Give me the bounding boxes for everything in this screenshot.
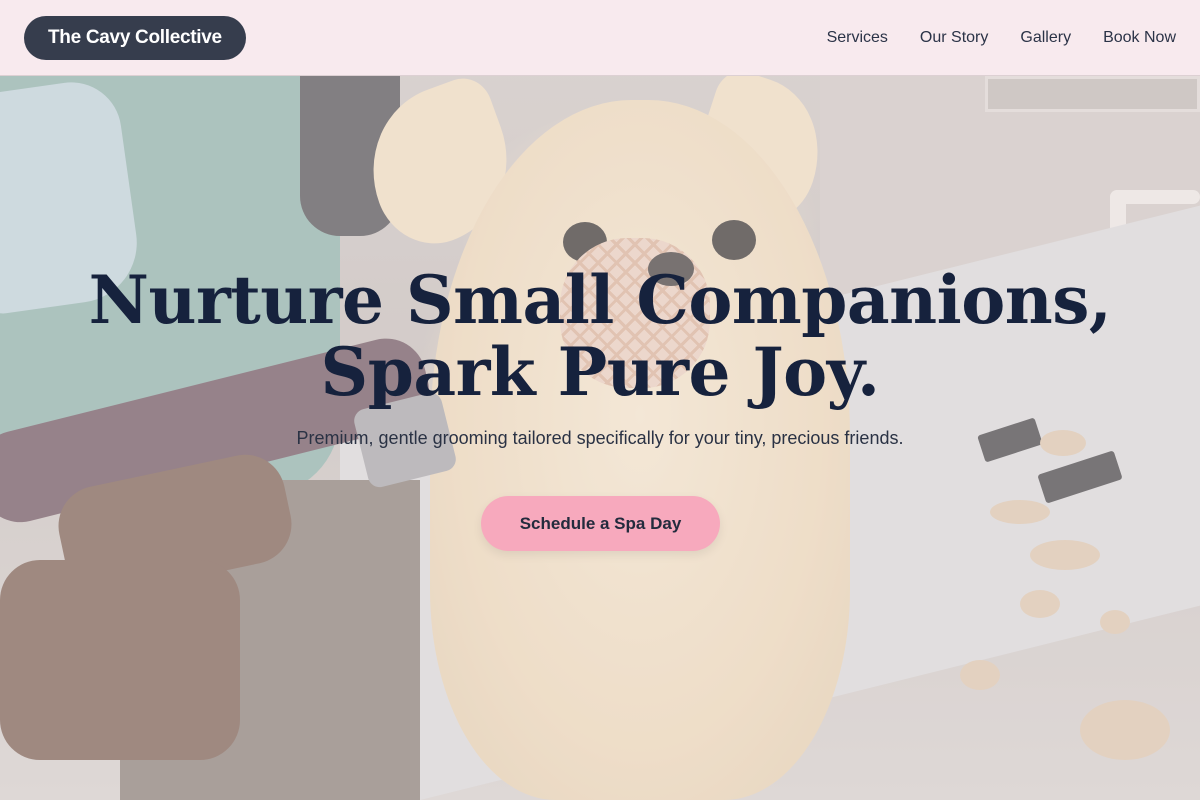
nav-link-book-now[interactable]: Book Now [1103,29,1176,47]
brand-logo[interactable]: The Cavy Collective [24,15,246,60]
hero-headline: Nurture Small Companions, Spark Pure Joy… [0,264,1200,408]
nav-link-our-story[interactable]: Our Story [920,29,988,47]
hero-headline-line2: Spark Pure Joy. [320,333,880,411]
hero-subtitle: Premium, gentle grooming tailored specif… [296,428,904,448]
hero-headline-line1: Nurture Small Companions, [88,261,1112,339]
site-header: The Cavy Collective Services Our Story G… [0,0,1200,76]
schedule-spa-day-button[interactable]: Schedule a Spa Day [481,496,720,551]
main-nav: Services Our Story Gallery Book Now [827,29,1176,47]
nav-link-services[interactable]: Services [827,29,888,47]
nav-link-gallery[interactable]: Gallery [1020,29,1071,47]
